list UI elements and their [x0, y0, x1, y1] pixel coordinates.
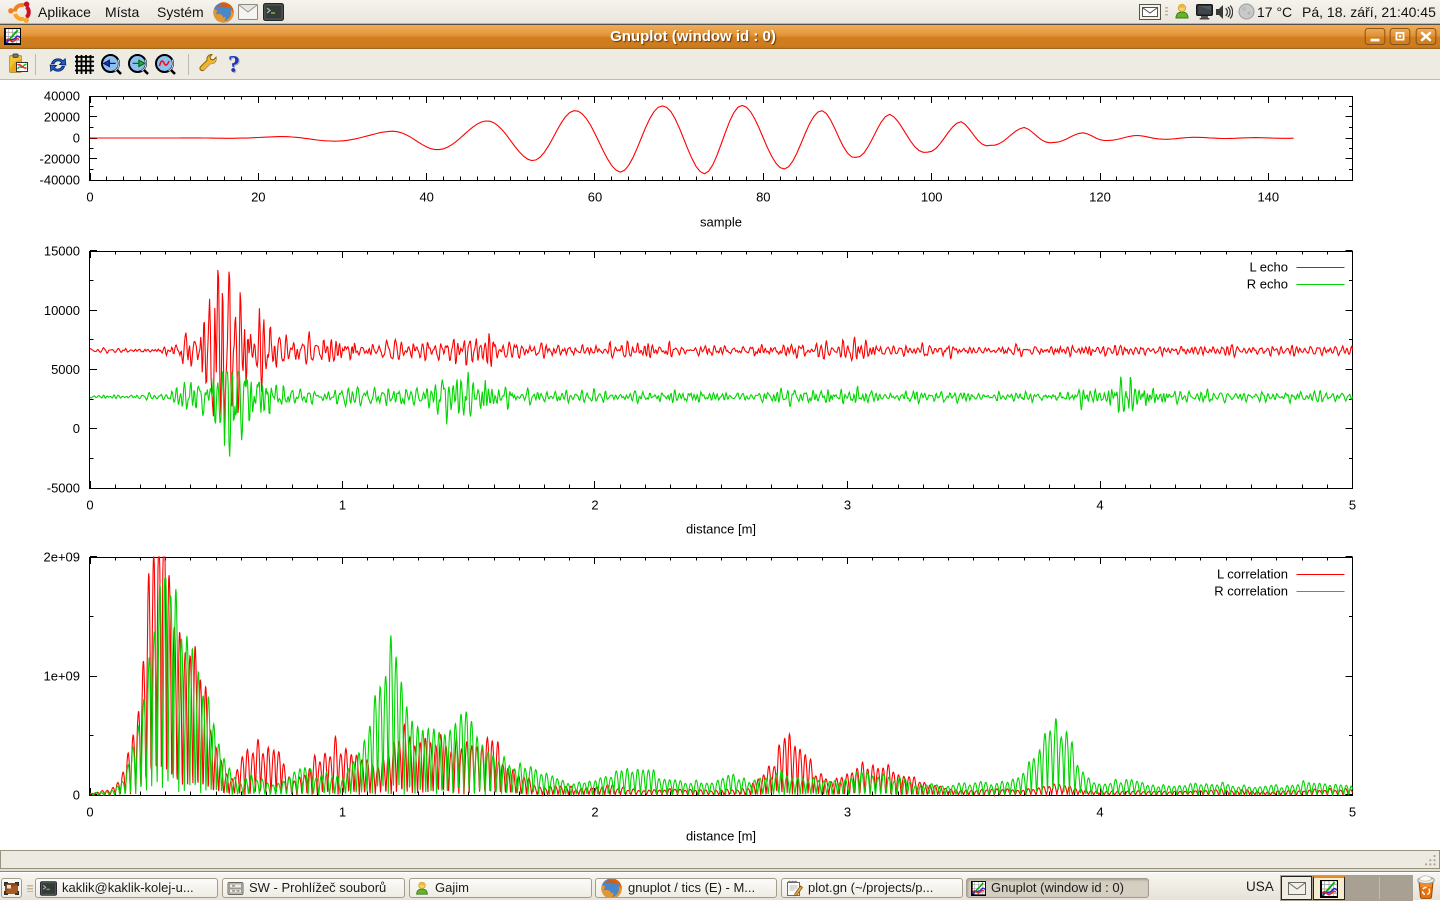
svg-text:15000: 15000	[44, 244, 80, 259]
svg-text:-20000: -20000	[40, 152, 80, 167]
svg-text:-5000: -5000	[47, 481, 80, 496]
svg-text:5: 5	[1349, 805, 1356, 820]
svg-text:4: 4	[1096, 498, 1103, 513]
svg-text:100: 100	[921, 190, 943, 205]
svg-text:20: 20	[251, 190, 265, 205]
svg-text:60: 60	[588, 190, 602, 205]
svg-text:0: 0	[86, 498, 93, 513]
svg-text:3: 3	[844, 498, 851, 513]
svg-text:-40000: -40000	[40, 173, 80, 188]
svg-text:80: 80	[756, 190, 770, 205]
svg-text:10000: 10000	[44, 303, 80, 318]
svg-text:1: 1	[339, 805, 346, 820]
svg-text:R correlation: R correlation	[1214, 584, 1288, 599]
svg-text:2: 2	[591, 498, 598, 513]
svg-text:4: 4	[1096, 805, 1103, 820]
svg-text:0: 0	[73, 421, 80, 436]
svg-text:distance [m]: distance [m]	[686, 829, 756, 844]
svg-text:sample: sample	[700, 215, 742, 230]
svg-text:0: 0	[73, 788, 80, 803]
svg-text:5: 5	[1349, 498, 1356, 513]
svg-text:40: 40	[419, 190, 433, 205]
svg-text:L echo: L echo	[1249, 260, 1288, 275]
svg-text:120: 120	[1089, 190, 1111, 205]
svg-text:5000: 5000	[51, 362, 80, 377]
svg-text:40000: 40000	[44, 89, 80, 104]
svg-text:2: 2	[591, 805, 598, 820]
svg-text:distance [m]: distance [m]	[686, 522, 756, 537]
svg-text:3: 3	[844, 805, 851, 820]
svg-text:20000: 20000	[44, 110, 80, 125]
svg-text:R echo: R echo	[1247, 277, 1288, 292]
svg-text:0: 0	[86, 190, 93, 205]
svg-text:2e+09: 2e+09	[43, 550, 80, 565]
svg-text:0: 0	[86, 805, 93, 820]
svg-text:0: 0	[73, 131, 80, 146]
svg-text:140: 140	[1257, 190, 1279, 205]
svg-text:1e+09: 1e+09	[43, 669, 80, 684]
svg-text:L correlation: L correlation	[1217, 567, 1288, 582]
svg-text:1: 1	[339, 498, 346, 513]
